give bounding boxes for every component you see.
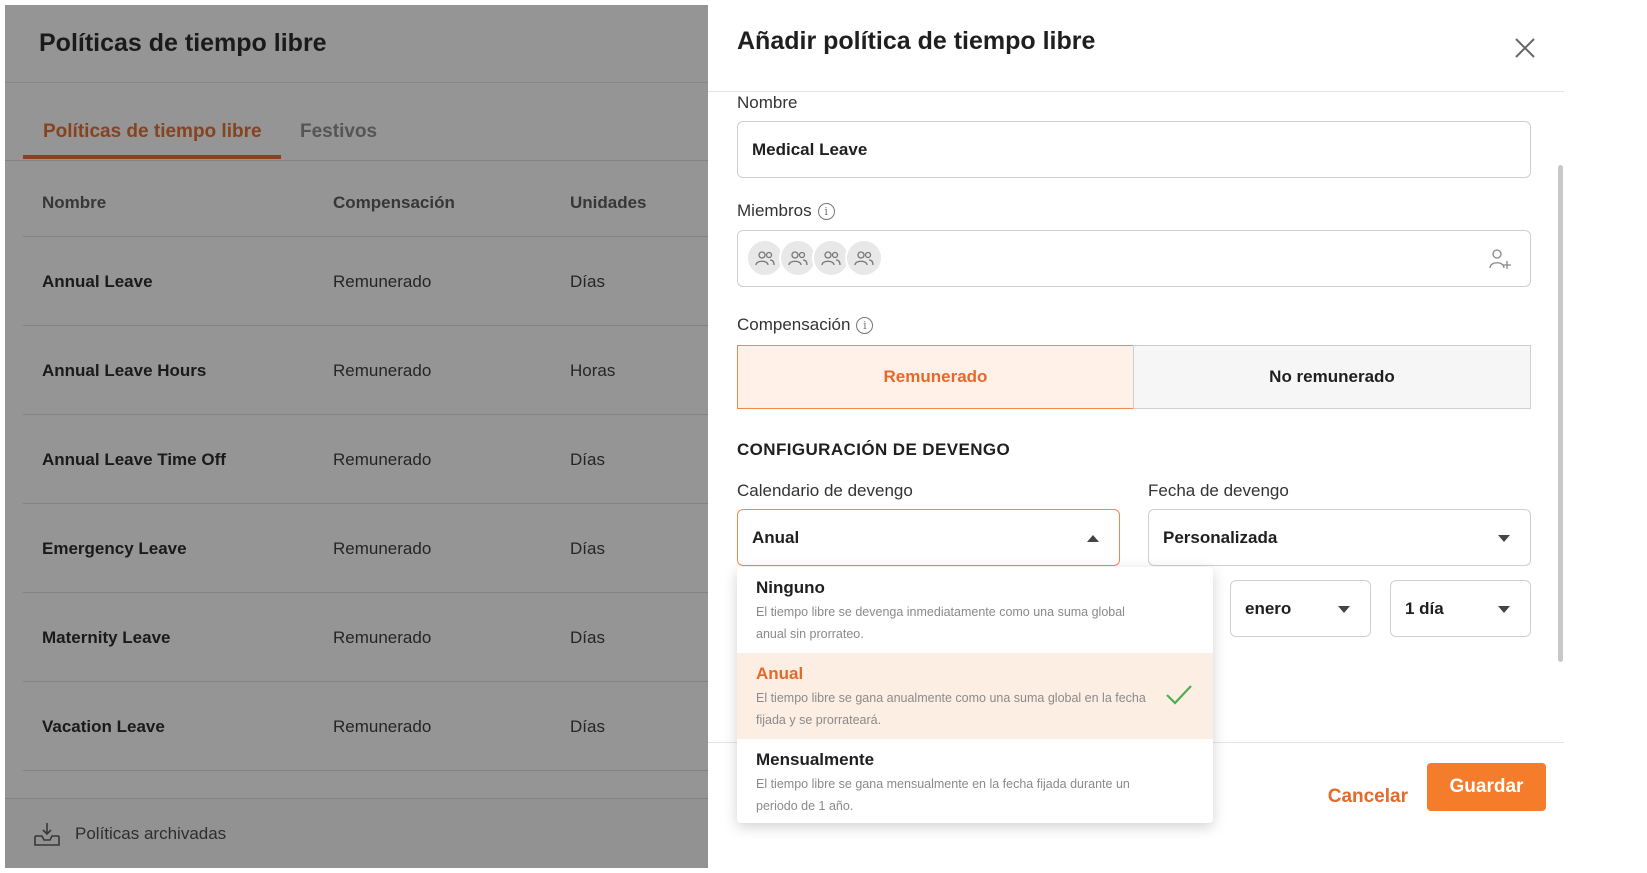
- members-label-text: Miembros: [737, 201, 812, 220]
- drawer-scrollbar[interactable]: [1558, 165, 1563, 662]
- name-label: Nombre: [737, 93, 797, 113]
- add-user-icon[interactable]: [1488, 247, 1512, 271]
- modal-backdrop[interactable]: [5, 5, 745, 868]
- drawer-header: Añadir política de tiempo libre: [708, 5, 1564, 92]
- chevron-down-icon: [1498, 534, 1510, 542]
- paid-option-button[interactable]: Remunerado: [737, 345, 1134, 409]
- paid-option-label: Remunerado: [883, 367, 988, 386]
- member-avatars: [746, 239, 883, 277]
- option-title: Mensualmente: [756, 750, 875, 769]
- accrual-date-label-text: Fecha de devengo: [1148, 481, 1289, 500]
- unpaid-option-button[interactable]: No remunerado: [1133, 345, 1531, 409]
- users-icon[interactable]: [845, 239, 883, 277]
- name-field[interactable]: Medical Leave: [737, 121, 1531, 178]
- chevron-down-icon: [1498, 605, 1510, 613]
- day-value: 1 día: [1405, 598, 1444, 618]
- info-icon[interactable]: i: [856, 316, 874, 334]
- chevron-up-icon: [1087, 534, 1099, 542]
- cancel-button[interactable]: Cancelar: [1328, 773, 1408, 821]
- name-field-value: Medical Leave: [752, 139, 868, 159]
- accrual-section-title: CONFIGURACIÓN DE DEVENGO: [737, 440, 1011, 459]
- save-button[interactable]: Guardar: [1427, 763, 1546, 811]
- accrual-schedule-select[interactable]: Anual: [737, 509, 1120, 566]
- compensation-label-text: Compensación: [737, 315, 851, 334]
- accrual-date-select[interactable]: Personalizada: [1148, 509, 1531, 566]
- accrual-date-value: Personalizada: [1163, 527, 1278, 547]
- day-select[interactable]: 1 día: [1390, 580, 1531, 637]
- members-field[interactable]: [737, 230, 1531, 287]
- accrual-schedule-label: Calendario de devengo: [737, 481, 913, 501]
- info-icon[interactable]: i: [817, 202, 835, 220]
- members-label: Miembros i: [737, 201, 835, 221]
- month-value: enero: [1245, 598, 1292, 618]
- option-description: El tiempo libre se gana anualmente como …: [756, 691, 1146, 727]
- option-description: El tiempo libre se devenga inmediatament…: [756, 605, 1125, 641]
- drawer-title: Añadir política de tiempo libre: [737, 27, 1096, 55]
- accrual-schedule-label-text: Calendario de devengo: [737, 481, 913, 500]
- name-label-text: Nombre: [737, 93, 798, 112]
- menu-option-none[interactable]: Ninguno El tiempo libre se devenga inmed…: [737, 567, 1213, 653]
- option-description: El tiempo libre se gana mensualmente en …: [756, 777, 1130, 813]
- accrual-schedule-value: Anual: [752, 527, 800, 547]
- option-title: Ninguno: [756, 578, 825, 597]
- menu-option-annual[interactable]: Anual El tiempo libre se gana anualmente…: [737, 653, 1213, 739]
- unpaid-option-label: No remunerado: [1269, 367, 1395, 386]
- option-title: Anual: [756, 664, 804, 683]
- menu-option-monthly[interactable]: Mensualmente El tiempo libre se gana men…: [737, 739, 1213, 823]
- checkmark-icon: [1166, 685, 1192, 705]
- close-icon[interactable]: [1514, 37, 1536, 59]
- compensation-label: Compensación i: [737, 315, 874, 335]
- accrual-schedule-menu: Ninguno El tiempo libre se devenga inmed…: [737, 567, 1213, 823]
- chevron-down-icon: [1338, 605, 1350, 613]
- month-select[interactable]: enero: [1230, 580, 1371, 637]
- accrual-date-label: Fecha de devengo: [1148, 481, 1289, 501]
